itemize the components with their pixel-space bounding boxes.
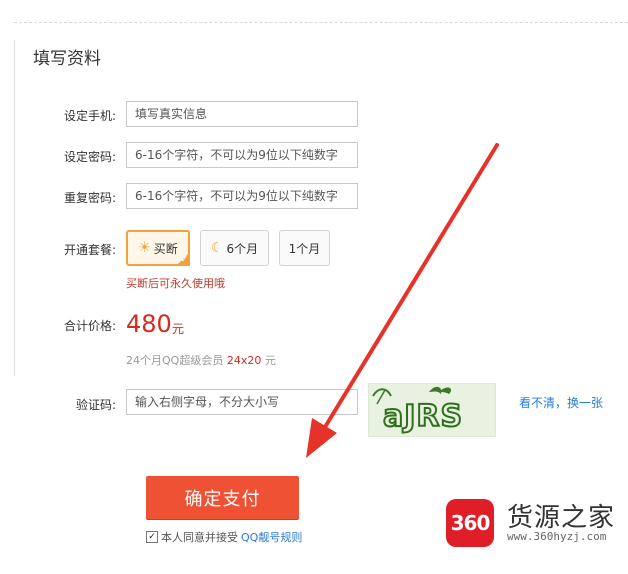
price-detail-formula: 24x20 xyxy=(226,354,262,367)
package-option-label: 6个月 xyxy=(226,241,259,256)
price-detail-prefix: 24个月QQ超级会员 xyxy=(126,354,224,367)
package-option-1-month[interactable]: 1个月 xyxy=(279,230,330,266)
price-label: 合计价格: xyxy=(63,319,116,333)
password-label: 设定密码: xyxy=(63,150,116,164)
left-rule xyxy=(14,40,15,376)
watermark-logo: 360 xyxy=(446,499,494,547)
confirm-pay-button[interactable]: 确定支付 xyxy=(146,476,299,519)
price-detail: 24个月QQ超级会员 24x20 元 xyxy=(126,352,276,368)
package-option-6-months[interactable]: ☾ 6个月 xyxy=(200,230,269,266)
package-hint: 买断后可永久使用哦 xyxy=(126,277,225,290)
phone-label: 设定手机: xyxy=(63,109,116,123)
package-option-buyout[interactable]: ☀ 买断 ✓ xyxy=(126,230,190,266)
phone-input[interactable]: 填写真实信息 xyxy=(126,101,358,127)
package-option-label: 1个月 xyxy=(288,241,321,256)
section-title: 填写资料 xyxy=(33,49,101,69)
captcha-graphic: aJRS xyxy=(372,386,463,435)
price-detail-suffix: 元 xyxy=(264,354,276,367)
agreement-checkbox[interactable]: ✓ xyxy=(146,531,158,543)
top-divider xyxy=(14,22,628,23)
check-icon: ✓ xyxy=(180,255,188,265)
package-option-label: 买断 xyxy=(153,241,178,256)
captcha-input[interactable]: 输入右侧字母，不分大小写 xyxy=(126,389,358,415)
password-repeat-label: 重复密码: xyxy=(63,191,116,205)
price-unit: 元 xyxy=(172,322,185,336)
password-repeat-input[interactable]: 6-16个字符，不可以为9位以下纯数字 xyxy=(126,183,358,209)
sun-icon: ☀ xyxy=(138,240,151,256)
agreement-text: 本人同意并接受 xyxy=(161,531,238,544)
price-amount: 480 xyxy=(126,310,172,338)
moon-icon: ☾ xyxy=(210,240,224,256)
watermark-name: 货源之家 xyxy=(507,503,616,533)
captcha-refresh-link[interactable]: 看不清，换一张 xyxy=(519,394,603,411)
package-label: 开通套餐: xyxy=(63,243,116,257)
agreement-row: ✓ 本人同意并接受 QQ靓号规则 xyxy=(146,529,302,545)
captcha-label: 验证码: xyxy=(75,398,116,412)
agreement-rule-link[interactable]: QQ靓号规则 xyxy=(241,529,302,545)
password-input[interactable]: 6-16个字符，不可以为9位以下纯数字 xyxy=(126,142,358,168)
red-arrow-annotation xyxy=(306,143,499,458)
captcha-text: aJRS xyxy=(383,399,463,434)
captcha-image[interactable]: aJRS xyxy=(368,383,496,437)
watermark-url: www.360hyzj.com xyxy=(507,530,607,543)
